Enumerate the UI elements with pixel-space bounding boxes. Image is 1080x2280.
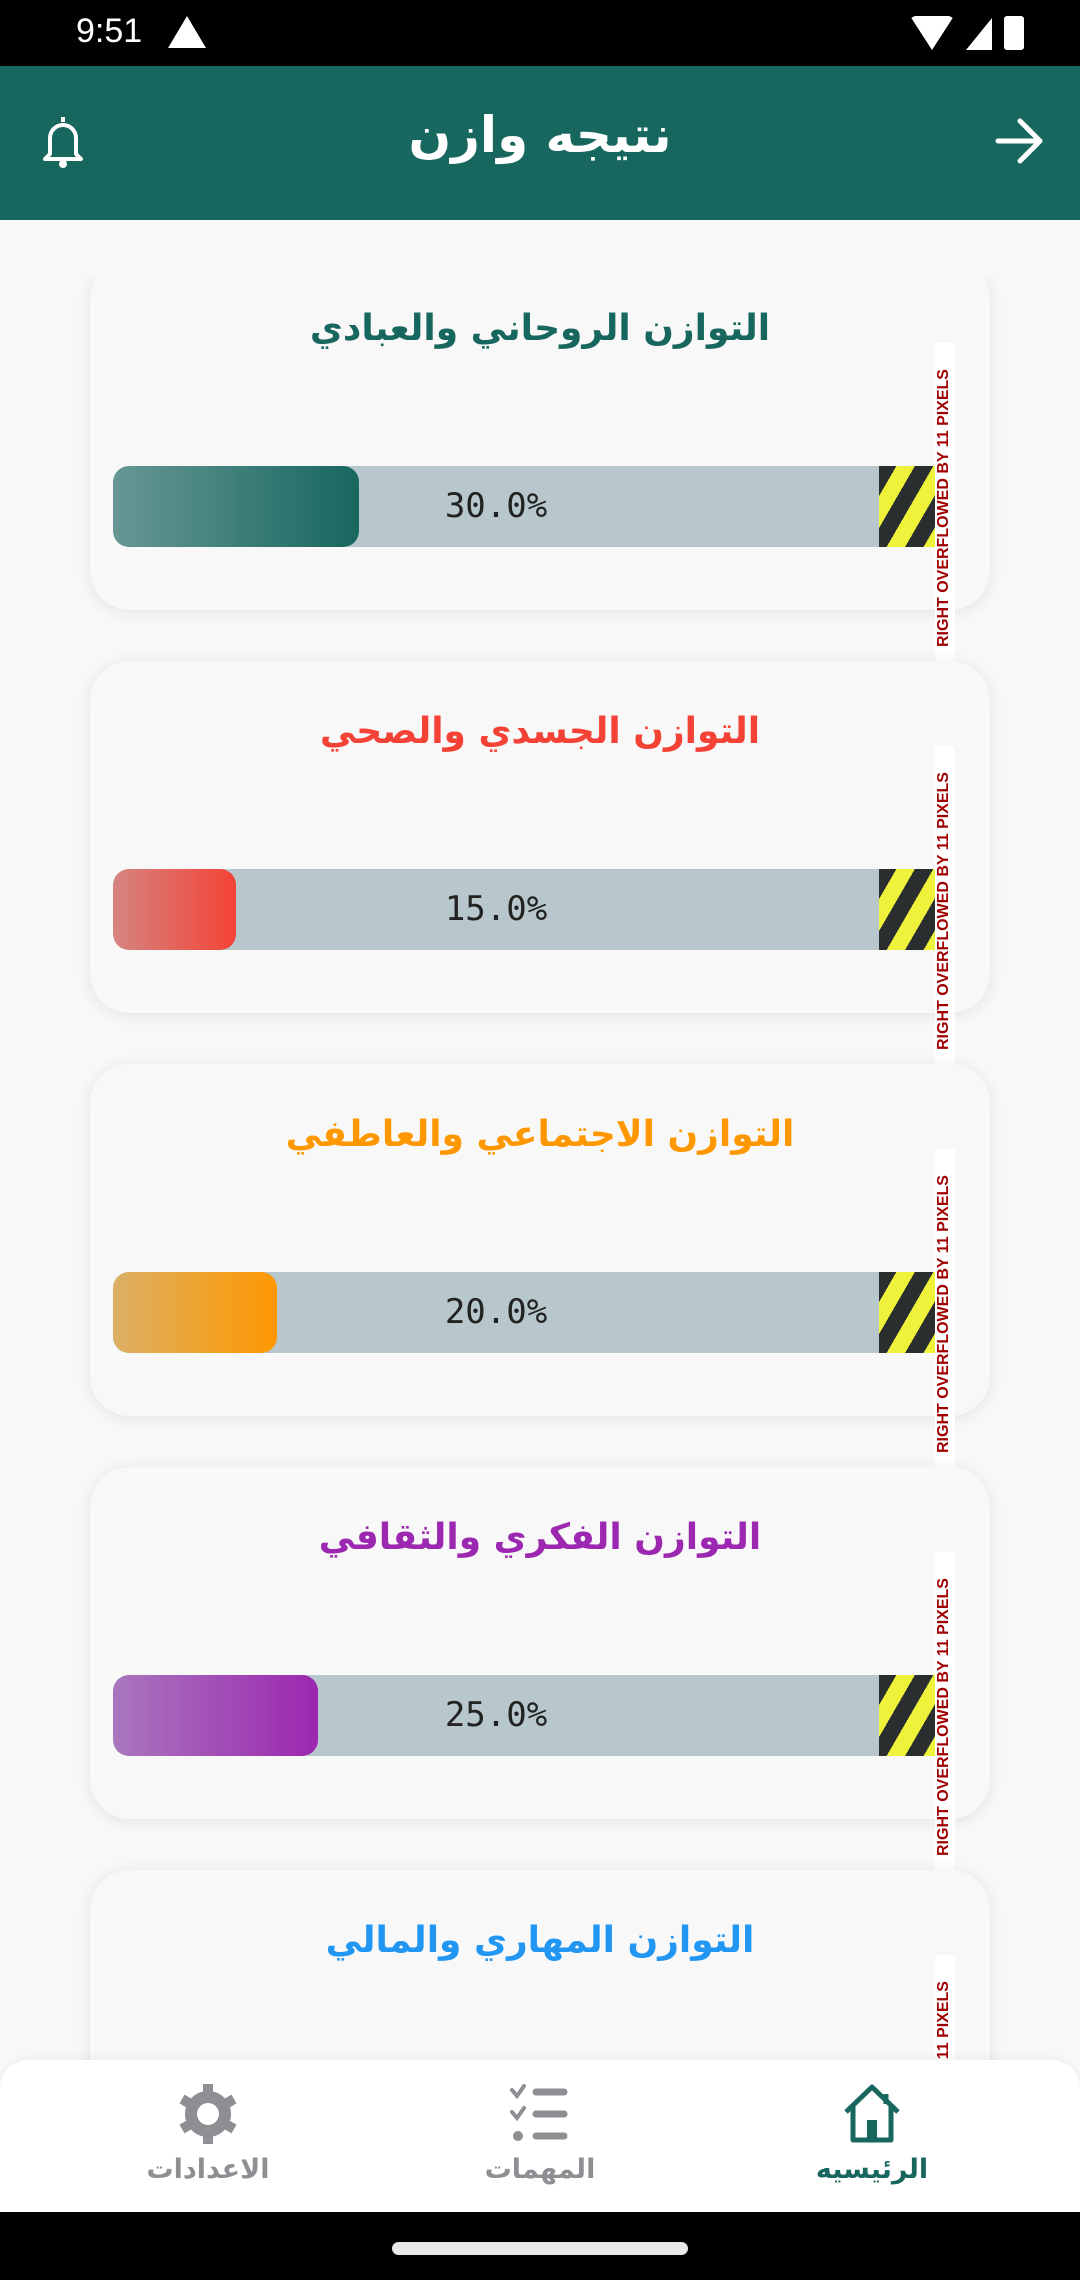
balance-results-list[interactable]: التوازن الروحاني والعبادي 30.0% RIGHT OV… (0, 276, 1080, 2060)
progress-label: 15.0% (444, 889, 548, 929)
status-icons (910, 16, 1024, 50)
balance-card: التوازن الروحاني والعبادي 30.0% RIGHT OV… (90, 276, 990, 673)
progress-label: 30.0% (444, 486, 548, 526)
card-title: التوازن الجسدي والصحي (319, 711, 761, 752)
overflow-stripes (879, 1272, 942, 1353)
overflow-warning: RIGHT OVERFLOWED BY 11 PIXELS (935, 1955, 955, 2060)
warning-icon (168, 16, 206, 48)
progress-label: 20.0% (444, 1292, 548, 1332)
signal-icon (966, 18, 992, 50)
balance-card: التوازن الاجتماعي والعاطفي 20.0% RIGHT O… (90, 1064, 990, 1479)
balance-card: التوازن الفكري والثقافي 25.0% RIGHT OVER… (90, 1467, 990, 1882)
card-title: التوازن المهاري والمالي (325, 1920, 755, 1961)
progress-bar: 20.0% (113, 1272, 942, 1353)
card-title: التوازن الفكري والثقافي (318, 1517, 762, 1558)
overflow-warning: RIGHT OVERFLOWED BY 11 PIXELS (935, 1149, 955, 1479)
nav-tasks-label: المهمات (484, 2154, 596, 2185)
status-bar: 9:51 (0, 0, 1080, 66)
nav-settings-label: الاعدادات (146, 2154, 270, 2185)
overflow-stripes (879, 1675, 942, 1756)
nav-tasks[interactable]: المهمات (440, 2082, 640, 2185)
progress-bar: 15.0% (113, 869, 942, 950)
balance-card: التوازن المهاري والمالي RIGHT OVERFLOWED … (90, 1870, 990, 2060)
overflow-warning: RIGHT OVERFLOWED BY 11 PIXELS (935, 1552, 955, 1882)
overflow-warning: RIGHT OVERFLOWED BY 11 PIXELS (935, 746, 955, 1076)
card-title: التوازن الروحاني والعبادي (309, 308, 771, 349)
progress-bar: 30.0% (113, 466, 942, 547)
gear-icon (179, 2084, 237, 2144)
progress-label: 25.0% (444, 1695, 548, 1735)
progress-bar: 25.0% (113, 1675, 942, 1756)
overflow-stripes (879, 869, 942, 950)
home-indicator[interactable] (392, 2242, 688, 2255)
wifi-icon (910, 16, 954, 50)
status-time: 9:51 (76, 12, 143, 50)
arrow-right-icon[interactable] (994, 116, 1046, 166)
balance-card: التوازن الجسدي والصحي 15.0% RIGHT OVERFL… (90, 661, 990, 1076)
bell-icon[interactable] (40, 114, 86, 170)
page-title: نتيجه وازن (408, 106, 672, 164)
battery-icon (1004, 16, 1024, 50)
checklist-icon (510, 2084, 568, 2141)
app-bar: نتيجه وازن (0, 66, 1080, 220)
nav-settings[interactable]: الاعدادات (108, 2082, 308, 2185)
system-nav-bar (0, 2212, 1080, 2280)
nav-home-label: الرئيسيه (815, 2154, 929, 2185)
bottom-nav: الرئيسيه المهمات الاعدادات (0, 2060, 1080, 2212)
overflow-warning: RIGHT OVERFLOWED BY 11 PIXELS (935, 343, 955, 673)
nav-home[interactable]: الرئيسيه (772, 2082, 972, 2185)
home-icon (844, 2084, 900, 2143)
card-title: التوازن الاجتماعي والعاطفي (285, 1114, 795, 1155)
overflow-stripes (879, 466, 942, 547)
